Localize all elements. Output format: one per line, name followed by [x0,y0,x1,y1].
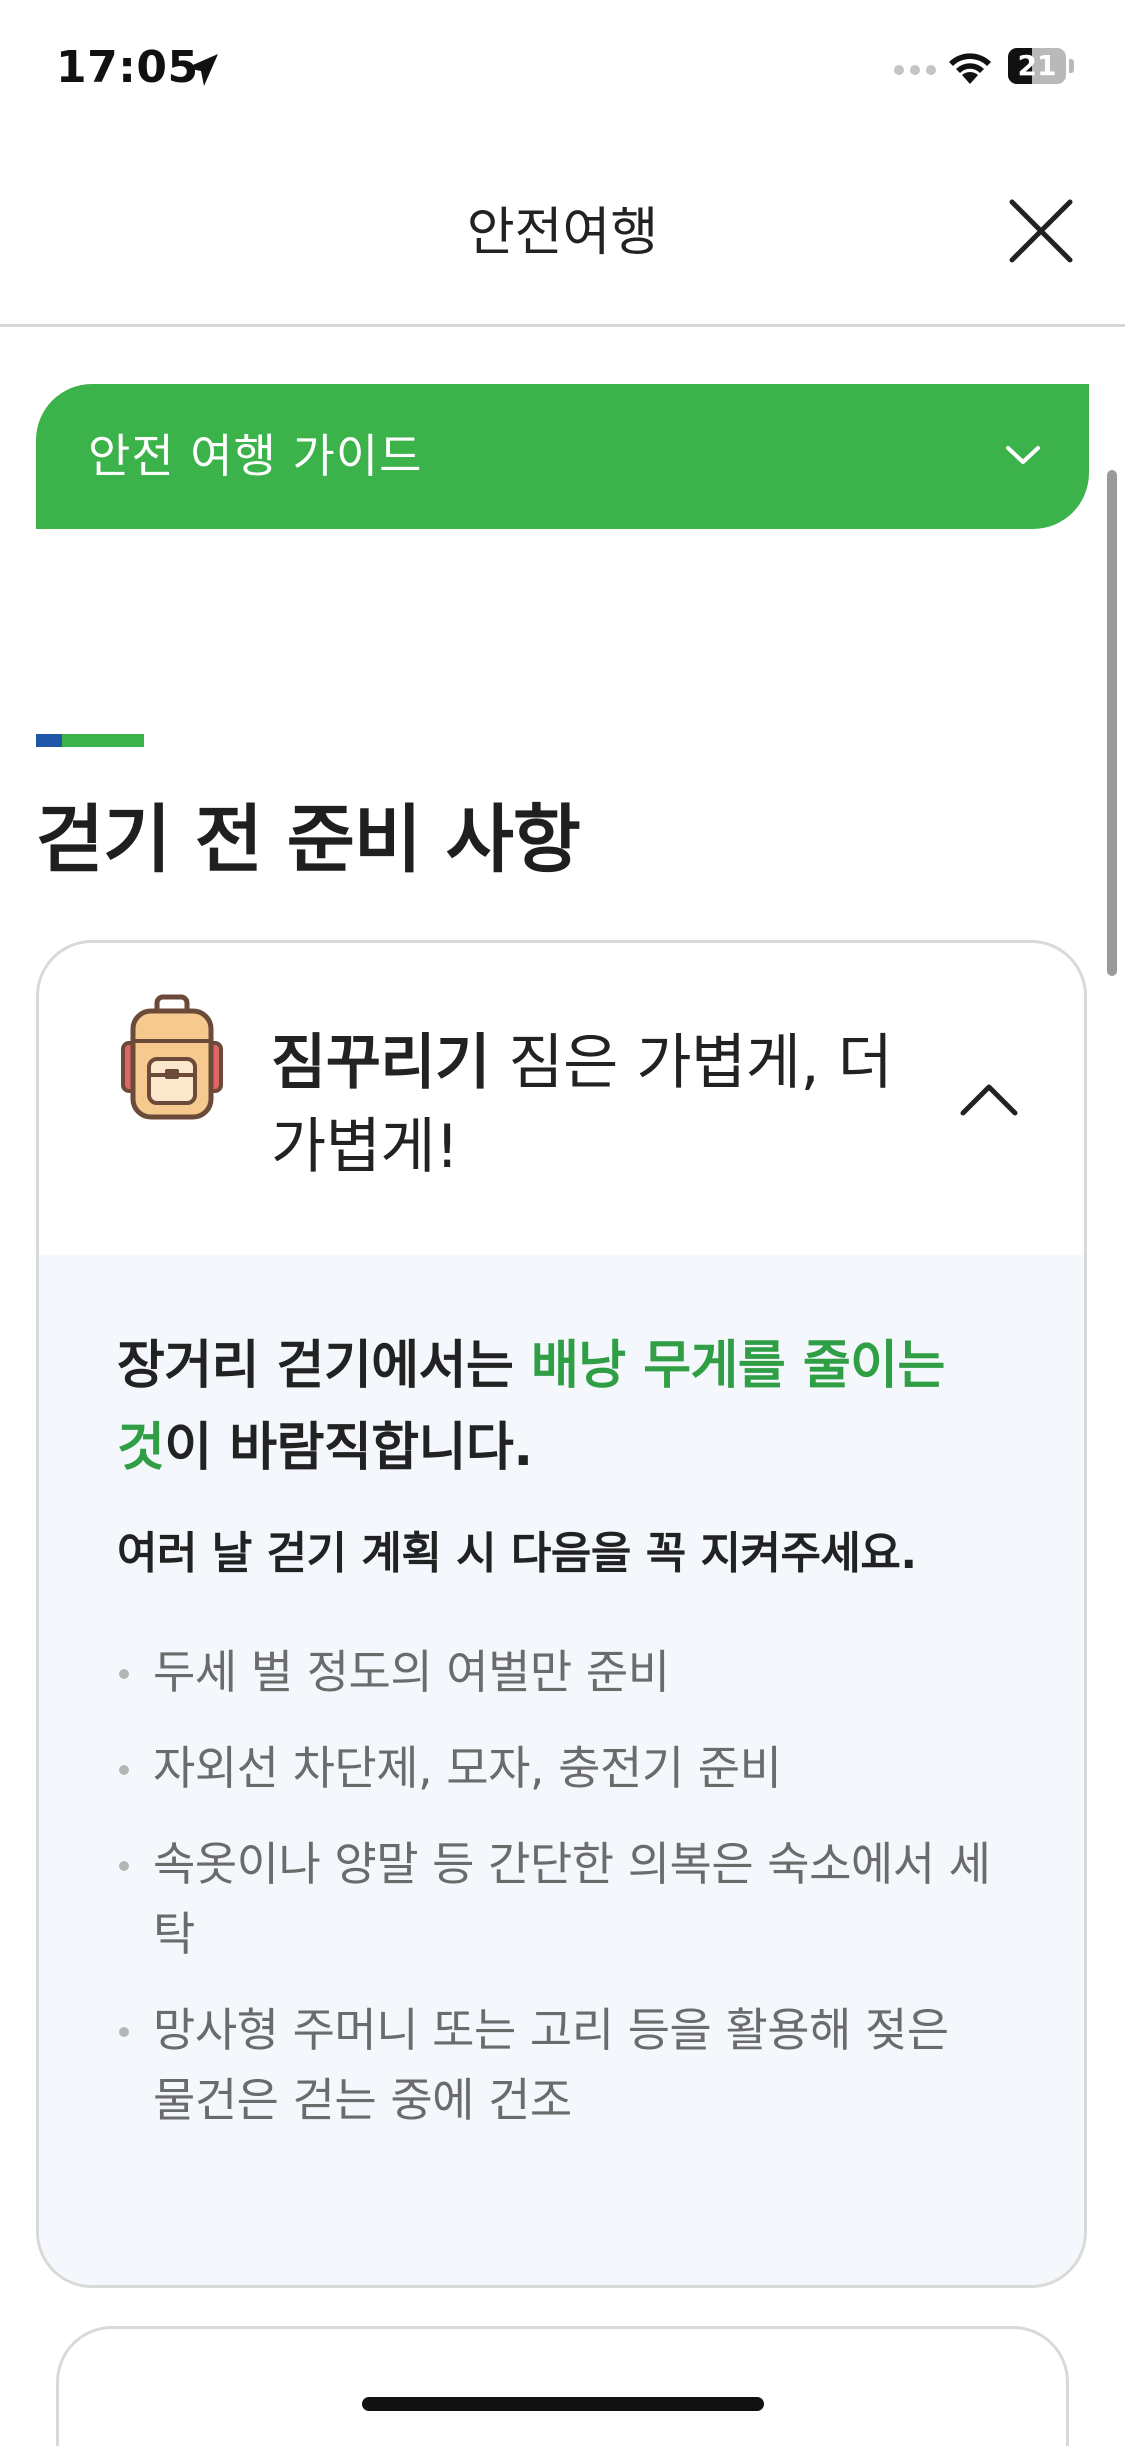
list-item: 두세 벌 정도의 여벌만 준비 [117,1637,997,1707]
list-item: 망사형 주머니 또는 고리 등을 활용해 젖은 물건은 걷는 중에 건조 [117,1995,997,2135]
status-time: 17:05 [56,42,199,93]
accordion-title: 짐꾸리기 짐은 가볍게, 더 가볍게! [271,1021,951,1189]
bullet-dot [119,2027,129,2037]
safety-guide-dropdown[interactable]: 안전 여행 가이드 [36,384,1089,529]
home-indicator[interactable] [362,2397,764,2411]
list-item: 속옷이나 양말 등 간단한 의복은 숙소에서 세탁 [117,1829,997,1969]
bullet-dot [119,1669,129,1679]
packing-accordion: 짐꾸리기 짐은 가볍게, 더 가볍게! 장거리 걷기에서는 배낭 무게를 줄이는… [36,940,1087,2288]
next-accordion-card[interactable] [56,2326,1069,2446]
battery-percent: 21 [1017,49,1057,82]
lead-text-pre: 장거리 걷기에서는 [117,1336,531,1396]
lead-text: 장거리 걷기에서는 배낭 무게를 줄이는 것이 바람직합니다. [117,1325,997,1489]
tips-list: 두세 벌 정도의 여벌만 준비 자외선 차단제, 모자, 충전기 준비 속옷이나… [117,1637,997,2161]
signal-dots-icon [894,65,936,75]
backpack-icon [121,994,223,1120]
list-item-text: 망사형 주머니 또는 고리 등을 활용해 젖은 물건은 걷는 중에 건조 [153,2003,949,2127]
battery-indicator: 21 [1008,48,1074,84]
accordion-header[interactable]: 짐꾸리기 짐은 가볍게, 더 가볍게! [39,943,1084,1255]
scrollbar[interactable] [1107,470,1117,976]
accordion-body: 장거리 걷기에서는 배낭 무게를 줄이는 것이 바람직합니다. 여러 날 걷기 … [39,1255,1084,2285]
section-accent-blue [36,734,62,747]
section-title: 걷기 전 준비 사항 [36,797,581,883]
accordion-title-strong: 짐꾸리기 [271,1028,490,1098]
battery-tip [1069,59,1074,73]
list-item: 자외선 차단제, 모자, 충전기 준비 [117,1733,997,1803]
page-title: 안전여행 [466,203,659,263]
location-arrow-icon [186,54,218,86]
header-divider [0,324,1125,327]
section-accent-green [62,734,144,747]
bullet-dot [119,1861,129,1871]
list-item-text: 두세 벌 정도의 여벌만 준비 [153,1645,670,1699]
close-icon[interactable] [1006,196,1076,266]
list-item-text: 자외선 차단제, 모자, 충전기 준비 [153,1741,782,1795]
chevron-up-icon[interactable] [957,1077,1021,1121]
bullet-dot [119,1765,129,1775]
wifi-icon [949,53,991,84]
subhead-text: 여러 날 걷기 계획 시 다음을 꼭 지켜주세요. [117,1528,917,1579]
lead-text-post: 이 바람직합니다. [164,1418,533,1478]
chevron-down-icon [1006,446,1040,464]
list-item-text: 속옷이나 양말 등 간단한 의복은 숙소에서 세탁 [153,1837,991,1961]
dropdown-label: 안전 여행 가이드 [88,429,423,483]
